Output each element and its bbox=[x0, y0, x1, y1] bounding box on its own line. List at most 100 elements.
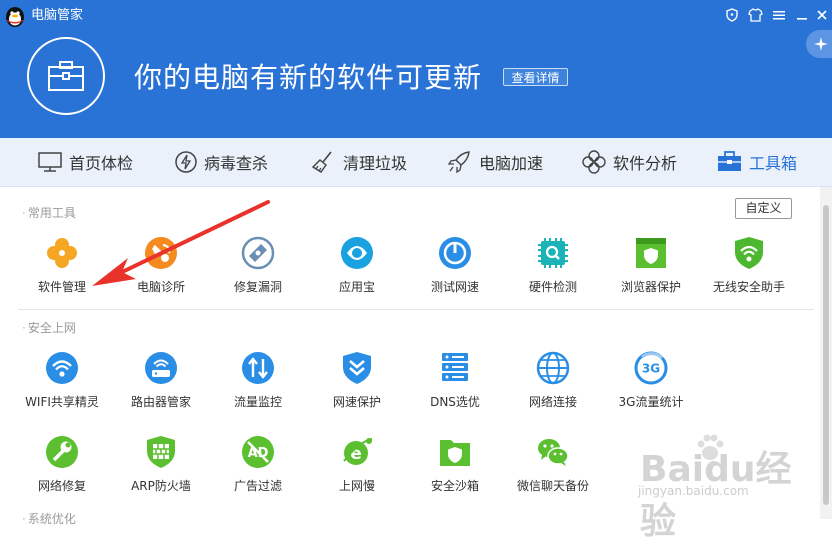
tool-label: 修复漏洞 bbox=[233, 280, 282, 294]
tool-label: 网速保护 bbox=[332, 395, 381, 409]
close-icon[interactable] bbox=[812, 6, 832, 24]
view-details-button[interactable]: 查看详情 bbox=[503, 68, 568, 86]
svg-text:3G: 3G bbox=[642, 362, 660, 376]
tool-label: 测试网速 bbox=[430, 280, 479, 294]
tab-label: 软件分析 bbox=[613, 154, 678, 173]
tool-fix-vulnerabilities[interactable]: 修复漏洞 bbox=[210, 236, 306, 300]
server-icon bbox=[442, 353, 468, 381]
main-nav: 首页体检 病毒查杀 清理垃圾 电脑加速 软件分析 工具箱 bbox=[0, 138, 832, 187]
brick-wall-shield-icon bbox=[147, 436, 175, 468]
tool-label: 应用宝 bbox=[338, 280, 375, 294]
toolbox-circle-icon bbox=[27, 37, 105, 115]
scrollbar-thumb[interactable] bbox=[823, 205, 829, 505]
tab-toolbox[interactable]: 工具箱 bbox=[716, 138, 797, 186]
tool-label: 微信聊天备份 bbox=[516, 479, 589, 493]
tab-home-checkup[interactable]: 首页体检 bbox=[37, 138, 133, 186]
folder-shield-icon bbox=[440, 440, 470, 466]
chip-icon bbox=[538, 238, 568, 268]
tab-virus-scan[interactable]: 病毒查杀 bbox=[174, 138, 268, 186]
header-banner: 电脑管家 你的电脑有新的软件可更新 查看详情 bbox=[0, 0, 832, 138]
tool-security-sandbox[interactable]: 安全沙箱 bbox=[407, 435, 503, 499]
lightning-icon bbox=[175, 151, 197, 173]
tool-label: 安全沙箱 bbox=[430, 479, 479, 493]
tool-app-store[interactable]: 应用宝 bbox=[309, 236, 405, 300]
tool-software-manager[interactable]: 软件管理 bbox=[14, 236, 110, 300]
tool-label: 电脑诊所 bbox=[136, 280, 185, 294]
wifi-shield-icon bbox=[735, 237, 763, 269]
browser-e-icon: e bbox=[343, 438, 373, 465]
tool-label: 软件管理 bbox=[37, 280, 86, 294]
tab-label: 病毒查杀 bbox=[204, 154, 269, 173]
globe-icon bbox=[536, 351, 570, 385]
tool-wechat-backup[interactable]: 微信聊天备份 bbox=[505, 435, 601, 499]
skin-shirt-icon[interactable] bbox=[745, 6, 765, 24]
app-store-icon bbox=[341, 237, 373, 269]
tool-label: 广告过滤 bbox=[233, 479, 282, 493]
tool-pc-clinic[interactable]: 电脑诊所 bbox=[113, 236, 209, 300]
sparkle-icon bbox=[814, 37, 828, 51]
watermark-url: jingyan.baidu.com bbox=[638, 484, 749, 498]
repair-patch-icon bbox=[241, 236, 275, 270]
tab-label: 工具箱 bbox=[749, 154, 798, 173]
tool-label: 浏览器保护 bbox=[620, 280, 681, 294]
tool-arp-firewall[interactable]: ARP防火墙 bbox=[113, 435, 209, 499]
tab-software-analysis[interactable]: 软件分析 bbox=[581, 138, 677, 186]
tab-clean-junk[interactable]: 清理垃圾 bbox=[311, 138, 407, 186]
tool-label: 硬件检测 bbox=[528, 280, 577, 294]
wifi-icon bbox=[46, 352, 78, 384]
tool-label: 网络修复 bbox=[37, 479, 86, 493]
monitor-icon bbox=[38, 152, 62, 172]
tool-speed-protect[interactable]: 网速保护 bbox=[309, 351, 405, 415]
tool-ad-filter[interactable]: AD 广告过滤 bbox=[210, 435, 306, 499]
orange-clover-icon bbox=[47, 238, 77, 268]
tab-label: 首页体检 bbox=[69, 154, 134, 173]
tool-browser-protection[interactable]: 浏览器保护 bbox=[603, 236, 699, 300]
tab-label: 清理垃圾 bbox=[343, 154, 408, 173]
tab-label: 电脑加速 bbox=[479, 154, 544, 173]
customize-button[interactable]: 自定义 bbox=[735, 198, 792, 219]
baidu-watermark: Baidu经验 jingyan.baidu.com bbox=[638, 430, 818, 542]
tool-router-manager[interactable]: 路由器管家 bbox=[113, 351, 209, 415]
tool-3g-traffic-stats[interactable]: 3G 3G流量统计 bbox=[603, 351, 699, 415]
speedometer-icon bbox=[439, 237, 471, 269]
tool-slow-internet[interactable]: e 上网慢 bbox=[309, 435, 405, 499]
pc-clinic-icon bbox=[145, 237, 177, 269]
clover-icon bbox=[582, 150, 606, 174]
traffic-arrows-icon bbox=[242, 352, 274, 384]
browser-shield-icon bbox=[636, 238, 666, 268]
tool-label: DNS选优 bbox=[430, 395, 480, 409]
tool-speed-test[interactable]: 测试网速 bbox=[407, 236, 503, 300]
section-title-text: 常用工具 bbox=[27, 206, 76, 220]
tool-dns-optimize[interactable]: DNS选优 bbox=[407, 351, 503, 415]
sparkle-side-tab[interactable] bbox=[806, 30, 832, 58]
shield-icon[interactable] bbox=[722, 6, 742, 24]
tool-wireless-security[interactable]: 无线安全助手 bbox=[701, 236, 797, 300]
section-title-common-tools: · 常用工具 bbox=[22, 206, 76, 220]
menu-icon[interactable] bbox=[769, 6, 789, 24]
toolbox-icon bbox=[718, 151, 741, 171]
rocket-icon bbox=[447, 151, 470, 174]
tool-wifi-share[interactable]: WIFI共享精灵 bbox=[14, 351, 110, 415]
3g-badge-icon: 3G bbox=[634, 351, 668, 385]
wechat-icon bbox=[538, 439, 569, 466]
tool-label: 网络连接 bbox=[528, 395, 577, 409]
section-title-text: 安全上网 bbox=[27, 321, 76, 335]
scrollbar[interactable] bbox=[820, 187, 832, 519]
minimize-icon[interactable] bbox=[792, 6, 812, 24]
tool-network-connections[interactable]: 网络连接 bbox=[505, 351, 601, 415]
tool-label: ARP防火墙 bbox=[131, 479, 191, 493]
wrench-icon bbox=[46, 436, 78, 468]
tool-label: 无线安全助手 bbox=[712, 280, 785, 294]
broom-icon bbox=[311, 151, 332, 173]
tool-label: WIFI共享精灵 bbox=[25, 395, 99, 409]
tool-hardware-check[interactable]: 硬件检测 bbox=[505, 236, 601, 300]
update-headline: 你的电脑有新的软件可更新 bbox=[134, 61, 483, 94]
tool-label: 上网慢 bbox=[338, 479, 375, 493]
section-title-safe-browsing: · 安全上网 bbox=[22, 321, 76, 335]
router-icon bbox=[145, 352, 177, 384]
tab-speed-up[interactable]: 电脑加速 bbox=[447, 138, 543, 186]
tool-traffic-monitor[interactable]: 流量监控 bbox=[210, 351, 306, 415]
tool-label: 流量监控 bbox=[233, 395, 282, 409]
section-title-text: 系统优化 bbox=[27, 512, 76, 526]
tool-network-repair[interactable]: 网络修复 bbox=[14, 435, 110, 499]
